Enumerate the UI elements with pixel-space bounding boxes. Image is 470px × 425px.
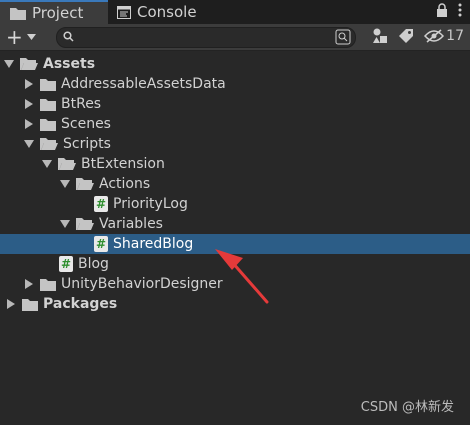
watermark: CSDN @林新发 (360, 400, 454, 415)
annotation-arrow-icon (215, 249, 269, 304)
